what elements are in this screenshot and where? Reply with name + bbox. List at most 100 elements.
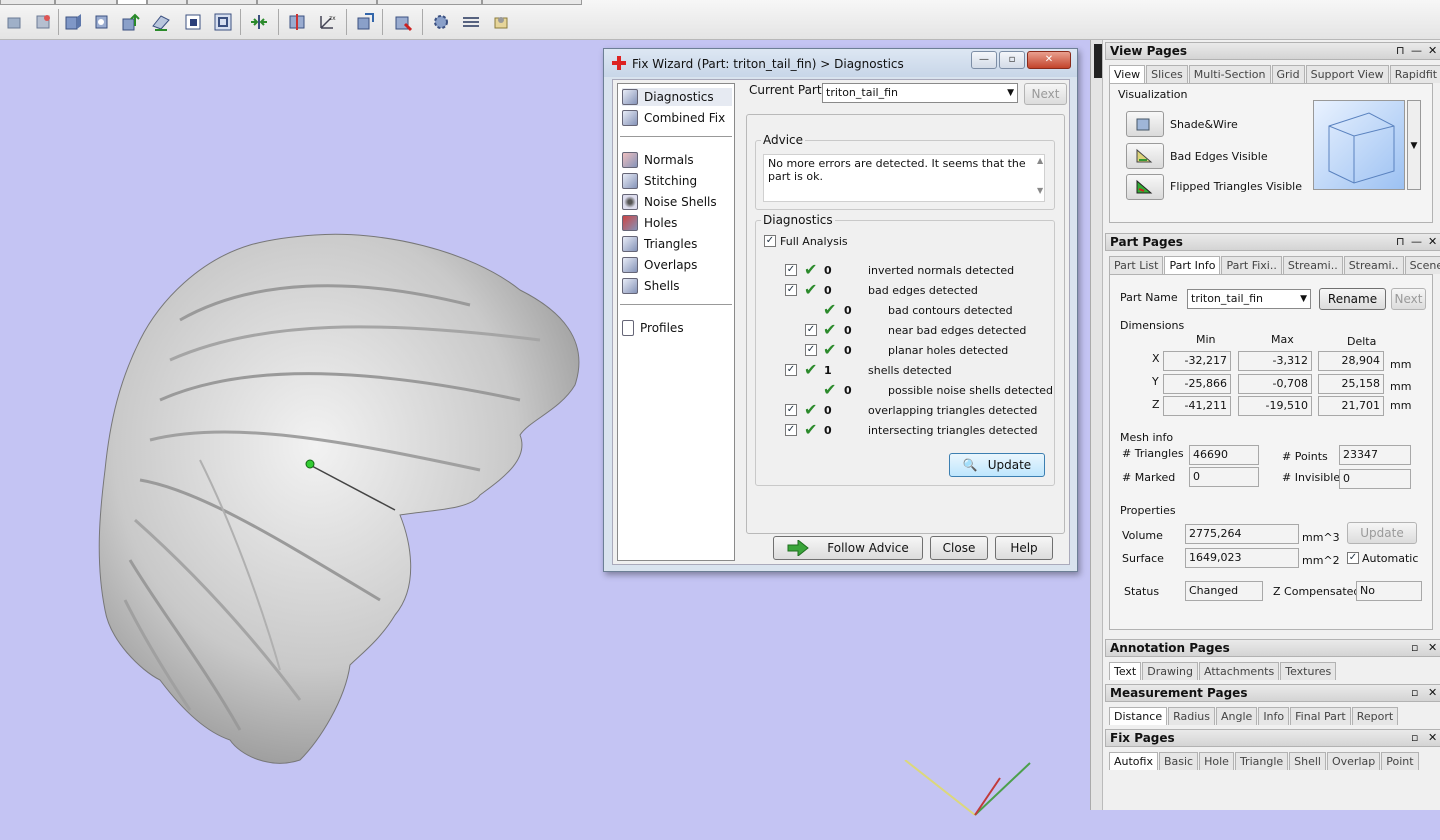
row-checkbox[interactable]: ✓: [785, 284, 797, 296]
bad-edges-button[interactable]: [1126, 143, 1164, 169]
tab-report[interactable]: Report: [1351, 707, 1399, 725]
part-pages-header[interactable]: Part Pages ⊓ — ✕: [1105, 233, 1440, 251]
import-icon[interactable]: [118, 9, 144, 35]
tab-view[interactable]: View: [1109, 65, 1146, 83]
wireframe-icon[interactable]: [180, 9, 206, 35]
close-icon[interactable]: ✕: [1428, 685, 1437, 701]
row-checkbox[interactable]: ✓: [805, 344, 817, 356]
tab-rapidfit-view[interactable]: Rapidfit View: [1389, 65, 1440, 83]
view-cube[interactable]: [1313, 100, 1405, 190]
close-button[interactable]: Close: [930, 536, 988, 560]
restore-icon[interactable]: ▫: [1411, 730, 1418, 746]
tab-streamics-2[interactable]: Streami..: [1343, 256, 1404, 274]
shade-wire-button[interactable]: [1126, 111, 1164, 137]
tab-info[interactable]: Info: [1258, 707, 1290, 725]
tab-basic[interactable]: Basic: [1158, 752, 1199, 770]
ribbon-tab[interactable]: [0, 0, 55, 5]
nav-combined-fix[interactable]: Combined Fix: [622, 109, 732, 127]
tab-part-fixing[interactable]: Part Fixi..: [1221, 256, 1282, 274]
pin-icon[interactable]: ⊓: [1396, 234, 1405, 250]
fix-pages-header[interactable]: Fix Pages ▫ ✕: [1105, 729, 1440, 747]
nav-overlaps[interactable]: Overlaps: [622, 256, 732, 274]
flipped-triangles-button[interactable]: [1126, 174, 1164, 200]
tab-angle[interactable]: Angle: [1216, 707, 1258, 725]
tab-slices[interactable]: Slices: [1146, 65, 1188, 83]
tab-drawing[interactable]: Drawing: [1142, 662, 1198, 680]
view-pages-header[interactable]: View Pages ⊓ — ✕: [1105, 42, 1440, 60]
next-button[interactable]: Next: [1391, 288, 1426, 310]
dialog-titlebar[interactable]: Fix Wizard (Part: triton_tail_fin) > Dia…: [604, 49, 1077, 77]
nav-holes[interactable]: Holes: [622, 214, 732, 232]
close-icon[interactable]: ✕: [1428, 730, 1437, 746]
cut-icon[interactable]: [284, 9, 310, 35]
update-button[interactable]: 🔍 Update: [949, 453, 1045, 477]
view-front-icon[interactable]: [60, 9, 86, 35]
tab-text[interactable]: Text: [1109, 662, 1142, 680]
tab-part-info[interactable]: Part Info: [1164, 256, 1221, 274]
tab-final-part[interactable]: Final Part: [1290, 707, 1351, 725]
tab-triangle[interactable]: Triangle: [1234, 752, 1289, 770]
save-icon[interactable]: [30, 9, 56, 35]
tab-point[interactable]: Point: [1381, 752, 1419, 770]
move-icon[interactable]: [246, 9, 272, 35]
automatic-checkbox[interactable]: ✓: [1347, 552, 1359, 564]
measurement-pages-header[interactable]: Measurement Pages ▫ ✕: [1105, 684, 1440, 702]
tab-hole[interactable]: Hole: [1199, 752, 1234, 770]
support-icon[interactable]: [488, 9, 514, 35]
tab-overlap[interactable]: Overlap: [1326, 752, 1381, 770]
help-button[interactable]: Help: [995, 536, 1053, 560]
ribbon-tab[interactable]: [377, 0, 482, 5]
close-icon[interactable]: ✕: [1428, 234, 1437, 250]
minimize-icon[interactable]: —: [1411, 43, 1422, 59]
row-checkbox[interactable]: ✓: [785, 424, 797, 436]
ribbon-tab[interactable]: [257, 0, 377, 5]
ribbon-tab[interactable]: [55, 0, 117, 5]
axes-icon[interactable]: zx: [314, 9, 340, 35]
scroll-down-icon[interactable]: ▼: [1037, 186, 1043, 195]
pin-icon[interactable]: ⊓: [1396, 43, 1405, 59]
row-checkbox[interactable]: ✓: [785, 264, 797, 276]
restore-icon[interactable]: ▫: [1411, 640, 1418, 656]
nav-normals[interactable]: Normals: [622, 151, 732, 169]
tab-shell[interactable]: Shell: [1289, 752, 1326, 770]
panel-splitter[interactable]: [1091, 40, 1103, 810]
view-back-icon[interactable]: [88, 9, 114, 35]
close-window-button[interactable]: ✕: [1027, 51, 1071, 69]
maximize-button[interactable]: ▫: [999, 51, 1025, 69]
scroll-up-icon[interactable]: ▲: [1037, 156, 1043, 165]
measure-icon[interactable]: [352, 9, 378, 35]
row-checkbox[interactable]: ✓: [805, 324, 817, 336]
nav-stitching[interactable]: Stitching: [622, 172, 732, 190]
next-part-button[interactable]: Next: [1024, 83, 1067, 105]
follow-advice-button[interactable]: Follow Advice: [773, 536, 923, 560]
full-analysis-checkbox[interactable]: ✓: [764, 235, 776, 247]
nav-profiles[interactable]: Profiles: [622, 319, 732, 337]
shading-icon[interactable]: [148, 9, 174, 35]
ribbon-tab[interactable]: [147, 0, 187, 5]
part-name-select[interactable]: triton_tail_fin ▼: [1187, 289, 1311, 309]
current-part-select[interactable]: triton_tail_fin ▼: [822, 83, 1018, 103]
nav-noise-shells[interactable]: Noise Shells: [622, 193, 732, 211]
fix-wizard-icon[interactable]: [390, 9, 416, 35]
stack-icon[interactable]: [458, 9, 484, 35]
ribbon-tab[interactable]: [187, 0, 257, 5]
nav-diagnostics[interactable]: Diagnostics: [622, 88, 732, 106]
ribbon-tab-active[interactable]: [117, 0, 147, 5]
view-cube-dropdown[interactable]: ▼: [1407, 100, 1421, 190]
tab-part-list[interactable]: Part List: [1109, 256, 1164, 274]
row-checkbox[interactable]: ✓: [785, 404, 797, 416]
pin-strip[interactable]: [1094, 44, 1102, 78]
close-icon[interactable]: ✕: [1428, 43, 1437, 59]
nav-triangles[interactable]: Triangles: [622, 235, 732, 253]
minimize-icon[interactable]: —: [1411, 234, 1422, 250]
nav-shells[interactable]: Shells: [622, 277, 732, 295]
tab-streamics-1[interactable]: Streami..: [1282, 256, 1343, 274]
tab-multi-section[interactable]: Multi-Section: [1188, 65, 1271, 83]
close-icon[interactable]: ✕: [1428, 640, 1437, 656]
row-checkbox[interactable]: ✓: [785, 364, 797, 376]
open-part-icon[interactable]: [2, 9, 28, 35]
settings-icon[interactable]: [428, 9, 454, 35]
ribbon-tab[interactable]: [482, 0, 582, 5]
annotation-pages-header[interactable]: Annotation Pages ▫ ✕: [1105, 639, 1440, 657]
tab-support-view[interactable]: Support View: [1305, 65, 1389, 83]
